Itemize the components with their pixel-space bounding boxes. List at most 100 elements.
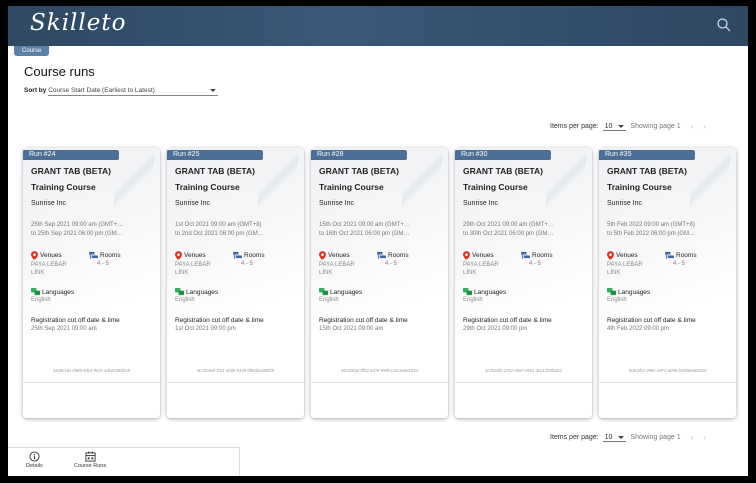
- page-info: Showing page 1: [630, 123, 681, 130]
- rooms-label: Rooms: [532, 251, 553, 259]
- languages-label: Languages: [42, 288, 75, 296]
- prev-page-button[interactable]: ‹: [691, 433, 694, 442]
- languages-header: Languages: [319, 288, 362, 296]
- details-button[interactable]: Details: [26, 451, 43, 469]
- end-date: to 25th Sep 2021 06:00 pm (GM…: [31, 231, 123, 237]
- course-run-card[interactable]: Run #24 GRANT TAB (BETA) Training Course…: [23, 148, 160, 418]
- search-icon[interactable]: [716, 17, 732, 33]
- course-title: GRANT TAB (BETA): [175, 166, 255, 176]
- venue-value: PAYA LEBAR LINK: [175, 262, 211, 276]
- run-number: Run #25: [167, 150, 263, 160]
- pagination-top: Items per page: 10 Showing page 1 ‹ ›: [550, 122, 706, 131]
- cutoff-label: Registration cut off date & time: [607, 317, 696, 324]
- chevron-down-icon: [618, 124, 625, 128]
- language-value: English: [607, 297, 627, 303]
- cutoff-label: Registration cut off date & time: [31, 317, 120, 324]
- venues-label: Venues: [328, 252, 350, 259]
- company-name: Sunrise Inc: [31, 200, 67, 207]
- course-title: GRANT TAB (BETA): [463, 166, 543, 176]
- languages-label: Languages: [186, 288, 219, 296]
- languages-header: Languages: [31, 288, 74, 296]
- cutoff-value: 15th Oct 2021 09:00 am: [319, 326, 384, 332]
- language-icon: [175, 288, 184, 296]
- items-per-page-value: 10: [604, 122, 613, 130]
- course-runs-button[interactable]: Course Runs: [74, 451, 106, 469]
- end-date: to 30th Oct 2021 06:00 pm (GM…: [463, 231, 554, 237]
- run-dates: 5th Feb 2022 09:00 am (GMT+8) to 5th Feb …: [607, 221, 729, 239]
- course-runs-label: Course Runs: [74, 463, 107, 469]
- items-per-page-value: 10: [604, 433, 613, 441]
- run-dates: 29th Oct 2021 09:00 am (GMT+… to 30th Oct…: [463, 221, 585, 239]
- room-icon: [377, 251, 386, 259]
- sort-value: Course Start Date (Earliest to Latest): [48, 87, 155, 94]
- location-pin-icon: [175, 251, 182, 260]
- card-footer: [167, 382, 304, 418]
- page-title: Course runs: [24, 64, 95, 79]
- end-date: to 5th Feb 2022 06:00 pm (GM…: [607, 231, 696, 237]
- course-run-card[interactable]: Run #30 GRANT TAB (BETA) Training Course…: [455, 148, 592, 418]
- company-name: Sunrise Inc: [463, 200, 499, 207]
- course-run-cards: Run #24 GRANT TAB (BETA) Training Course…: [23, 148, 743, 418]
- course-title: GRANT TAB (BETA): [31, 166, 111, 176]
- company-name: Sunrise Inc: [319, 200, 355, 207]
- course-run-card[interactable]: Run #28 GRANT TAB (BETA) Training Course…: [311, 148, 448, 418]
- cutoff-value: 1st Oct 2021 09:00 pm: [175, 326, 236, 332]
- run-uuid: 5c9c6fc1-096c-4972-a096-b3558e6e5320: [628, 368, 707, 373]
- app-logo[interactable]: Skilleto: [30, 10, 126, 36]
- language-icon: [463, 288, 472, 296]
- course-subtitle: Training Course: [319, 182, 384, 192]
- page-info: Showing page 1: [630, 434, 681, 441]
- rooms-value: 4 - 5: [673, 261, 686, 267]
- company-name: Sunrise Inc: [175, 200, 211, 207]
- rooms-value: 4 - 5: [241, 261, 254, 267]
- course-title: GRANT TAB (BETA): [607, 166, 687, 176]
- sort-select[interactable]: Course Start Date (Earliest to Latest): [48, 87, 219, 96]
- info-icon: [29, 451, 40, 462]
- languages-label: Languages: [474, 288, 507, 296]
- run-uuid: 3448c16c-d989-4dc3-963c-1de2c065fcc8: [52, 368, 131, 373]
- venues-label: Venues: [616, 252, 638, 259]
- cutoff-value: 25th Sep 2021 09:00 am: [31, 326, 97, 332]
- pagination-bottom: Items per page: 10 Showing page 1 ‹ ›: [550, 433, 706, 442]
- languages-label: Languages: [330, 288, 363, 296]
- location-pin-icon: [463, 251, 470, 260]
- prev-page-button[interactable]: ‹: [691, 122, 694, 131]
- venues-header: Venues: [319, 251, 350, 260]
- rooms-header: Rooms: [89, 251, 121, 259]
- languages-header: Languages: [463, 288, 506, 296]
- language-icon: [31, 288, 40, 296]
- rooms-label: Rooms: [388, 251, 409, 259]
- run-number: Run #24: [23, 150, 119, 160]
- room-icon: [665, 251, 674, 259]
- course-subtitle: Training Course: [607, 182, 672, 192]
- course-run-card[interactable]: Run #35 GRANT TAB (BETA) Training Course…: [599, 148, 736, 418]
- venue-value: PAYA LEBAR LINK: [463, 262, 499, 276]
- cutoff-value: 29th Oct 2021 09:00 pm: [463, 326, 528, 332]
- end-date: to 16th Oct 2021 06:00 pm (GM…: [319, 231, 410, 237]
- chevron-down-icon: [618, 435, 625, 439]
- run-dates: 25th Sep 2021 09:00 am (GMT+… to 25th Sep…: [31, 221, 153, 239]
- card-footer: [599, 382, 736, 418]
- venue-value: PAYA LEBAR LINK: [31, 262, 67, 276]
- rooms-value: 4 - 5: [529, 261, 542, 267]
- cutoff-label: Registration cut off date & time: [175, 317, 264, 324]
- course-run-card[interactable]: Run #25 GRANT TAB (BETA) Training Course…: [167, 148, 304, 418]
- items-per-page-select[interactable]: 10: [602, 433, 627, 442]
- items-per-page-label: Items per page:: [550, 123, 599, 130]
- rooms-label: Rooms: [244, 251, 265, 259]
- next-page-button[interactable]: ›: [703, 433, 706, 442]
- breadcrumb[interactable]: Course: [14, 46, 50, 56]
- course-title: GRANT TAB (BETA): [319, 166, 399, 176]
- items-per-page-select[interactable]: 10: [602, 122, 627, 131]
- room-icon: [89, 251, 98, 259]
- next-page-button[interactable]: ›: [703, 122, 706, 131]
- run-dates: 1st Oct 2021 09:00 am (GMT+8) to 2nd Oct …: [175, 221, 297, 239]
- rooms-value: 4 - 5: [385, 261, 398, 267]
- rooms-header: Rooms: [521, 251, 553, 259]
- start-date: 15th Oct 2021 09:00 am (GMT+…: [319, 222, 410, 228]
- end-date: to 2nd Oct 2021 06:00 pm (GM…: [175, 231, 264, 237]
- cutoff-label: Registration cut off date & time: [319, 317, 408, 324]
- location-pin-icon: [607, 251, 614, 260]
- course-subtitle: Training Course: [31, 182, 96, 192]
- top-bar: Skilleto: [8, 6, 748, 46]
